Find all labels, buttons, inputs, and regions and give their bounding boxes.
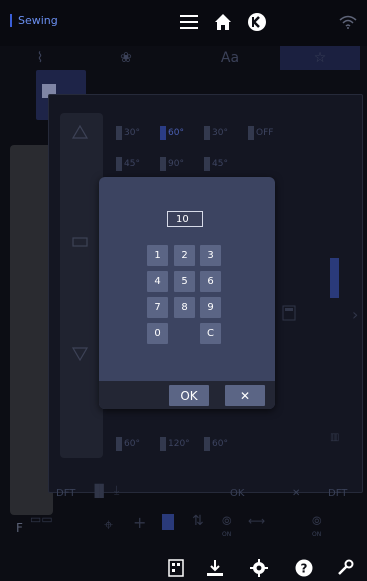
ok-button[interactable]: OK — [169, 385, 209, 406]
angle-button[interactable]: 45° — [204, 156, 228, 172]
key-0[interactable]: 0 — [147, 323, 168, 344]
app-title: Sewing — [10, 14, 58, 27]
back-icon[interactable] — [244, 10, 270, 34]
mirror-icon[interactable]: ▥ — [330, 432, 339, 443]
width-icon[interactable]: ⟷ — [248, 514, 265, 528]
chevron-right-icon[interactable]: › — [352, 305, 358, 324]
help-icon[interactable]: ? — [294, 558, 314, 578]
on-toggle-icon[interactable]: ⦾ — [222, 514, 232, 529]
tab-fonts[interactable]: Aa — [190, 46, 270, 70]
background-panel — [10, 145, 53, 515]
key-5[interactable]: 5 — [174, 271, 195, 292]
menu-icon[interactable] — [176, 10, 202, 34]
f-label: F — [16, 521, 23, 535]
angle-button[interactable]: 30° — [204, 125, 228, 141]
bottom-triangle-icon — [71, 346, 90, 362]
tools-icon[interactable] — [336, 558, 356, 578]
save-icon[interactable]: ⤓ — [114, 483, 119, 498]
key-1[interactable]: 1 — [147, 245, 168, 266]
star-icon: ☆ — [313, 50, 327, 66]
needle-icon[interactable]: ⇅ — [192, 513, 204, 529]
side-indicator — [330, 258, 339, 298]
download-icon[interactable] — [205, 558, 225, 578]
mid-marker-icon — [72, 232, 90, 247]
calculator-icon[interactable] — [282, 305, 296, 325]
crosshair-icon[interactable]: ⌖ — [104, 515, 113, 535]
stitch-icon: ⌇ — [36, 50, 44, 66]
angle-button[interactable]: 120° — [160, 436, 190, 452]
background-ok-label[interactable]: OK — [230, 488, 244, 499]
settings-icon[interactable] — [249, 558, 269, 578]
key-6[interactable]: 6 — [200, 271, 221, 292]
key-7[interactable]: 7 — [147, 297, 168, 318]
key-4[interactable]: 4 — [147, 271, 168, 292]
stitch-chart-icon[interactable] — [166, 558, 186, 578]
angle-button[interactable]: 60° — [160, 125, 184, 141]
on-label-2: ON — [312, 531, 322, 538]
dft-label-right[interactable]: DFT — [328, 488, 347, 499]
tab-patterns[interactable]: ❀ — [86, 46, 166, 70]
close-button[interactable]: ✕ — [225, 385, 265, 406]
tab-favorites[interactable]: ☆ — [280, 46, 360, 70]
on-label-1: ON — [222, 531, 232, 538]
background-close-label[interactable]: ✕ — [292, 488, 300, 499]
svg-text:?: ? — [301, 562, 308, 576]
value-field[interactable]: 10 — [167, 211, 203, 227]
angle-button[interactable]: 30° — [116, 125, 140, 141]
angle-button[interactable]: 60° — [116, 436, 140, 452]
angle-button[interactable]: 60° — [204, 436, 228, 452]
key-3[interactable]: 3 — [200, 245, 221, 266]
key-clear[interactable]: C — [200, 323, 221, 344]
stitch-preview-icon: ▭▭ — [30, 512, 53, 526]
top-bar: Sewing — [0, 0, 367, 46]
mirror-toggle-icon[interactable]: ▐▌ — [90, 484, 108, 498]
pattern-icon: ❀ — [120, 50, 132, 66]
plus-icon[interactable]: + — [133, 513, 146, 532]
home-icon[interactable] — [210, 10, 236, 34]
category-tabs: ⌇ ❀ Aa ☆ — [0, 46, 367, 70]
slider-rail[interactable] — [60, 113, 103, 458]
angle-button[interactable]: 45° — [116, 156, 140, 172]
dft-label-left[interactable]: DFT — [56, 488, 75, 499]
on-toggle-icon-2[interactable]: ⦾ — [312, 514, 322, 529]
tab-fonts-label: Aa — [220, 50, 240, 66]
key-8[interactable]: 8 — [174, 297, 195, 318]
key-2[interactable]: 2 — [174, 245, 195, 266]
tab-stitches[interactable]: ⌇ — [0, 46, 80, 70]
top-triangle-icon — [71, 124, 90, 139]
key-9[interactable]: 9 — [200, 297, 221, 318]
angle-button[interactable]: 90° — [160, 156, 184, 172]
wifi-icon — [339, 14, 357, 29]
angle-button[interactable]: OFF — [248, 125, 273, 141]
active-toggle[interactable] — [162, 514, 174, 530]
